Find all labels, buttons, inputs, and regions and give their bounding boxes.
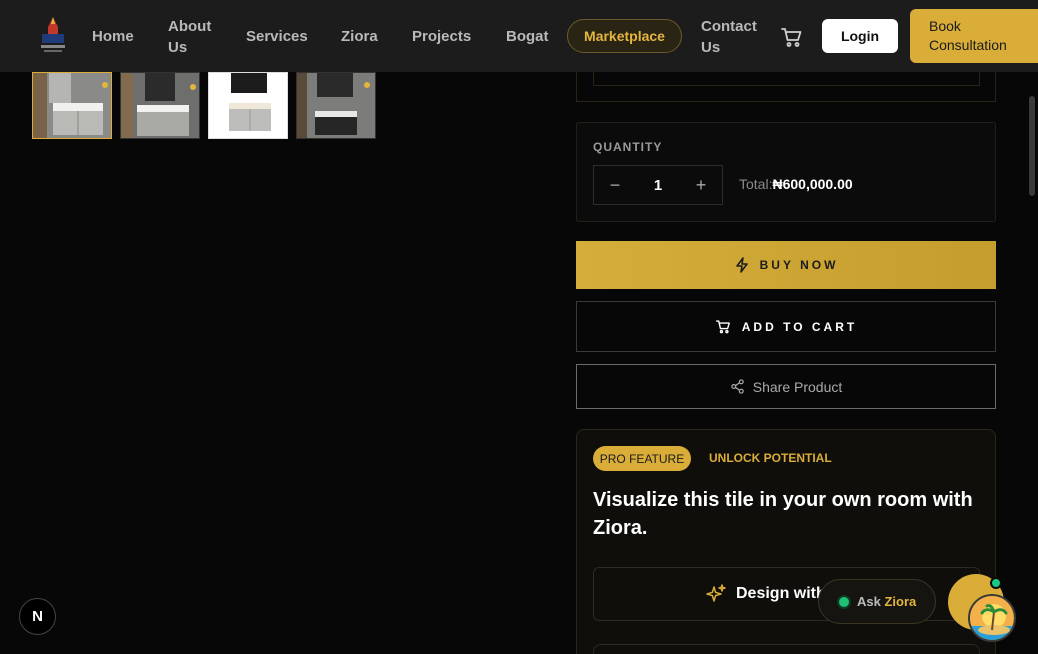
quantity-stepper: − 1 +: [593, 165, 723, 205]
total-price: Total:₦600,000.00: [739, 176, 853, 192]
site-header: Home About Us Services Ziora Projects Bo…: [0, 0, 1038, 72]
login-button[interactable]: Login: [822, 19, 898, 53]
ziora-avatar[interactable]: [968, 594, 1016, 642]
ask-ziora-button[interactable]: Ask Ziora: [818, 579, 936, 624]
nav-projects[interactable]: Projects: [412, 26, 471, 47]
nav-ziora[interactable]: Ziora: [341, 26, 378, 47]
page-scrollbar[interactable]: [1029, 96, 1035, 196]
vanity-image-3: [209, 73, 287, 138]
share-icon: [731, 379, 744, 394]
vanity-thumb-3[interactable]: [208, 72, 288, 139]
decrement-button[interactable]: −: [594, 175, 636, 196]
vanity-image-1: [33, 73, 111, 138]
island-avatar-image: [970, 596, 1014, 640]
ziora-name: Ziora: [884, 594, 917, 609]
total-label: Total:: [739, 176, 773, 192]
vanity-thumb-1[interactable]: [32, 72, 112, 139]
cart-icon[interactable]: [780, 26, 804, 48]
nextjs-dev-badge[interactable]: N: [19, 598, 56, 635]
total-value: ₦600,000.00: [772, 176, 853, 192]
nav-contact-us[interactable]: Contact Us: [701, 16, 763, 58]
nav-home[interactable]: Home: [92, 26, 134, 47]
book-consultation-button[interactable]: Book Consultation: [910, 9, 1038, 63]
add-to-cart-button[interactable]: ADD TO CART: [576, 301, 996, 352]
ask-prefix: Ask: [857, 594, 881, 609]
brand-logo[interactable]: [36, 14, 70, 54]
buy-now-label: BUY NOW: [759, 258, 839, 272]
lightning-icon: [735, 257, 748, 273]
pro-feature-badge: PRO FEATURE: [593, 446, 691, 471]
add-to-cart-label: ADD TO CART: [741, 319, 858, 334]
design-with-label: Design with: [736, 585, 826, 602]
product-options-panel: [576, 72, 996, 102]
nav-marketplace[interactable]: Marketplace: [567, 19, 682, 53]
vanity-image-4: [297, 73, 375, 138]
buy-now-button[interactable]: BUY NOW: [576, 241, 996, 289]
notification-dot: [990, 577, 1002, 589]
nav-about-us[interactable]: About Us: [168, 16, 216, 58]
increment-button[interactable]: +: [680, 175, 722, 196]
cart-icon: [715, 320, 730, 334]
ask-ziora-label: Ask Ziora: [857, 594, 916, 609]
vanity-image-2: [121, 73, 199, 138]
share-product-label: Share Product: [752, 378, 843, 395]
nav-bogat[interactable]: Bogat: [506, 26, 549, 47]
product-option-field: [593, 72, 980, 86]
quantity-value[interactable]: 1: [636, 177, 680, 194]
pro-feature-title: Visualize this tile in your own room wit…: [593, 489, 973, 539]
online-status-dot: [839, 596, 849, 607]
nav-services[interactable]: Services: [246, 26, 308, 47]
pro-feature-next-row: [593, 644, 980, 654]
vanity-thumb-4[interactable]: [296, 72, 376, 139]
share-product-button[interactable]: Share Product: [576, 364, 996, 409]
vanity-thumb-2[interactable]: [120, 72, 200, 139]
quantity-label: QUANTITY: [593, 140, 663, 154]
pro-feature-panel: PRO FEATURE UNLOCK POTENTIAL Visualize t…: [576, 429, 996, 654]
unlock-potential-label: UNLOCK POTENTIAL: [709, 451, 832, 465]
sparkles-icon: [706, 584, 726, 602]
quantity-panel: QUANTITY − 1 + Total:₦600,000.00: [576, 122, 996, 222]
